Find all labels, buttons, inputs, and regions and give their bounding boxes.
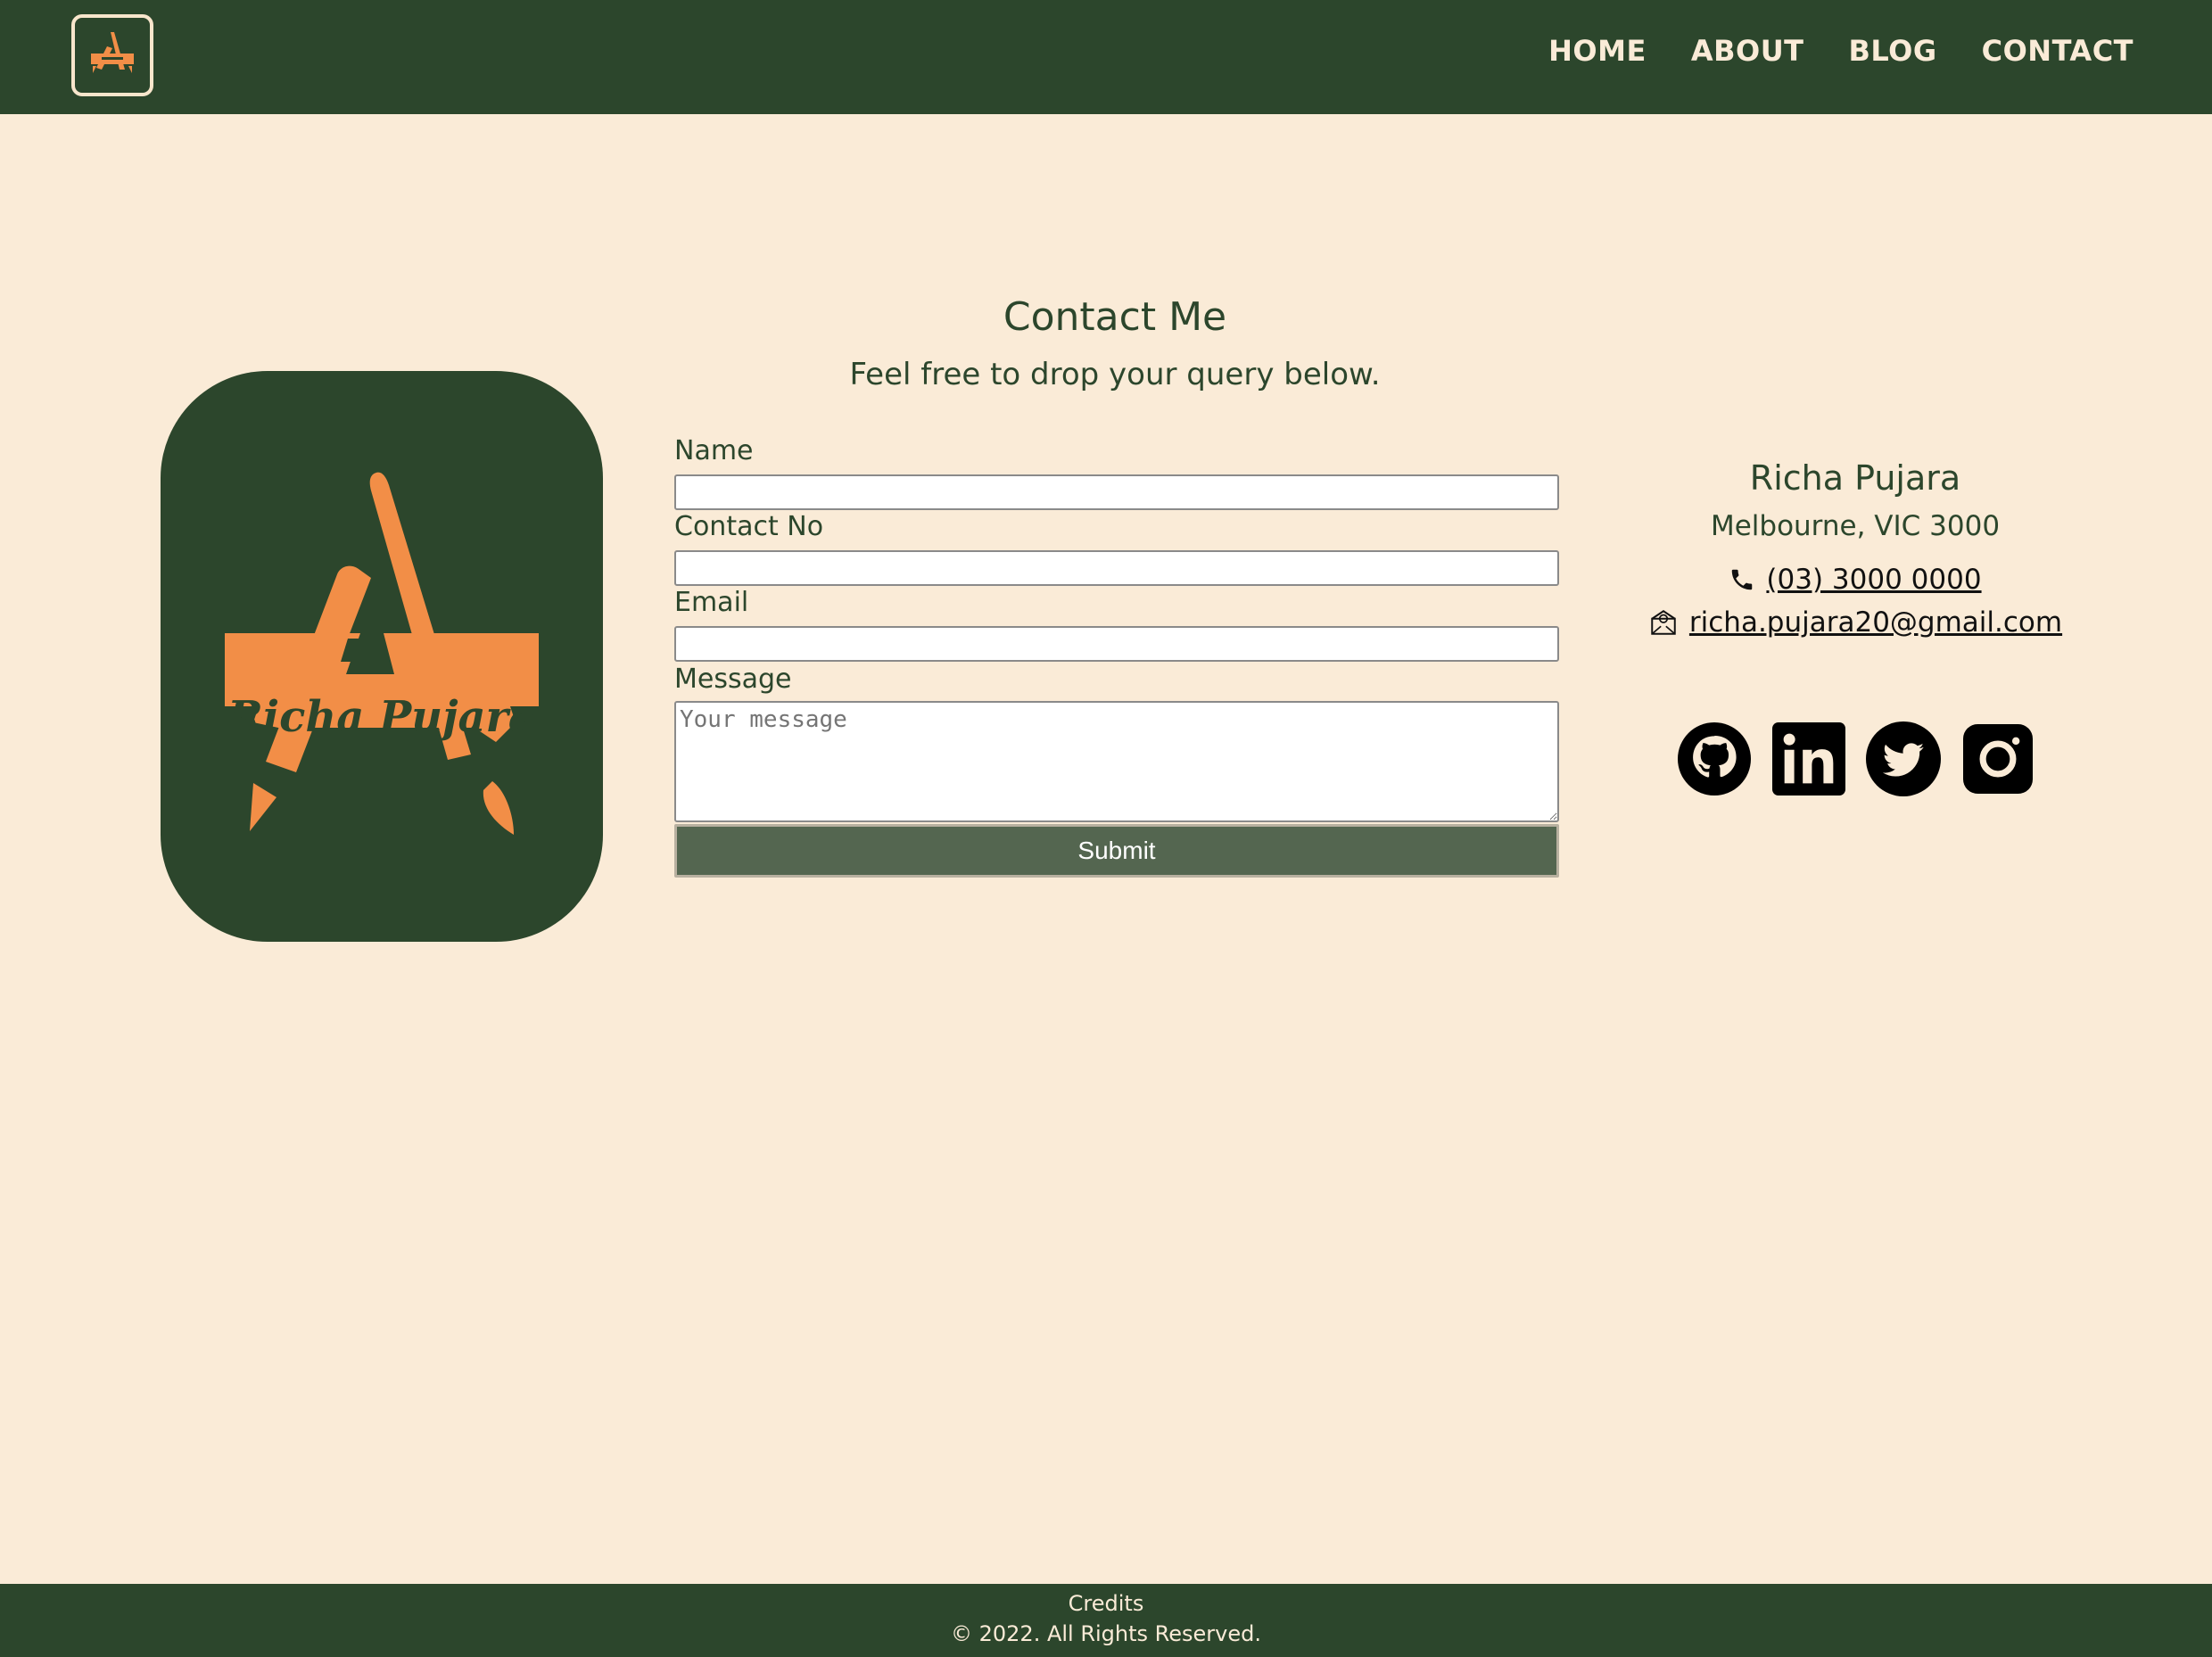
site-footer: Credits © 2022. All Rights Reserved. — [0, 1584, 2212, 1657]
twitter-icon — [1866, 721, 1941, 796]
header-logo[interactable] — [71, 14, 153, 96]
copyright-text: © 2022. All Rights Reserved. — [950, 1621, 1261, 1646]
main-nav: HOME ABOUT BLOG CONTACT — [1548, 34, 2134, 68]
brand-logo-text: Richa Pujara — [226, 692, 536, 742]
email-field[interactable] — [674, 626, 1559, 662]
nav-about[interactable]: ABOUT — [1691, 34, 1804, 68]
github-icon — [1678, 722, 1751, 796]
social-links — [1677, 719, 2035, 799]
phone-row: (03) 3000 0000 — [1588, 564, 2123, 596]
instagram-icon — [1963, 724, 2033, 794]
linkedin-icon — [1772, 722, 1845, 796]
richa-pujara-brand-logo: Richa Pujara — [225, 472, 539, 835]
message-field[interactable] — [674, 701, 1559, 822]
instagram-link[interactable] — [1960, 719, 2035, 799]
nav-home[interactable]: HOME — [1548, 34, 1647, 68]
site-header: HOME ABOUT BLOG CONTACT — [0, 0, 2212, 114]
twitter-link[interactable] — [1866, 719, 1941, 799]
email-row: richa.pujara20@gmail.com — [1588, 606, 2123, 639]
brand-logo-card: Richa Pujara — [161, 371, 603, 942]
richa-pujara-logo-icon — [91, 32, 134, 73]
credits-link[interactable]: Credits — [0, 1591, 2212, 1616]
submit-button[interactable]: Submit — [674, 824, 1559, 878]
nav-blog[interactable]: BLOG — [1849, 34, 1937, 68]
email-envelope-icon — [1651, 610, 1676, 635]
contact-address: Melbourne, VIC 3000 — [1710, 510, 2001, 542]
page-subtitle: Feel free to drop your query below. — [849, 357, 1381, 392]
name-label: Name — [674, 435, 754, 466]
phone-link[interactable]: (03) 3000 0000 — [1766, 564, 1981, 596]
contact-no-field[interactable] — [674, 550, 1559, 586]
contact-no-label: Contact No — [674, 511, 824, 542]
message-label: Message — [674, 664, 792, 695]
email-label: Email — [674, 587, 749, 618]
github-link[interactable] — [1677, 719, 1752, 799]
phone-icon — [1732, 569, 1753, 590]
linkedin-link[interactable] — [1771, 719, 1846, 799]
email-link[interactable]: richa.pujara20@gmail.com — [1689, 606, 2062, 639]
page-title: Contact Me — [1003, 294, 1227, 340]
name-field[interactable] — [674, 474, 1559, 510]
contact-name: Richa Pujara — [1749, 458, 1961, 498]
nav-contact[interactable]: CONTACT — [1982, 34, 2134, 68]
